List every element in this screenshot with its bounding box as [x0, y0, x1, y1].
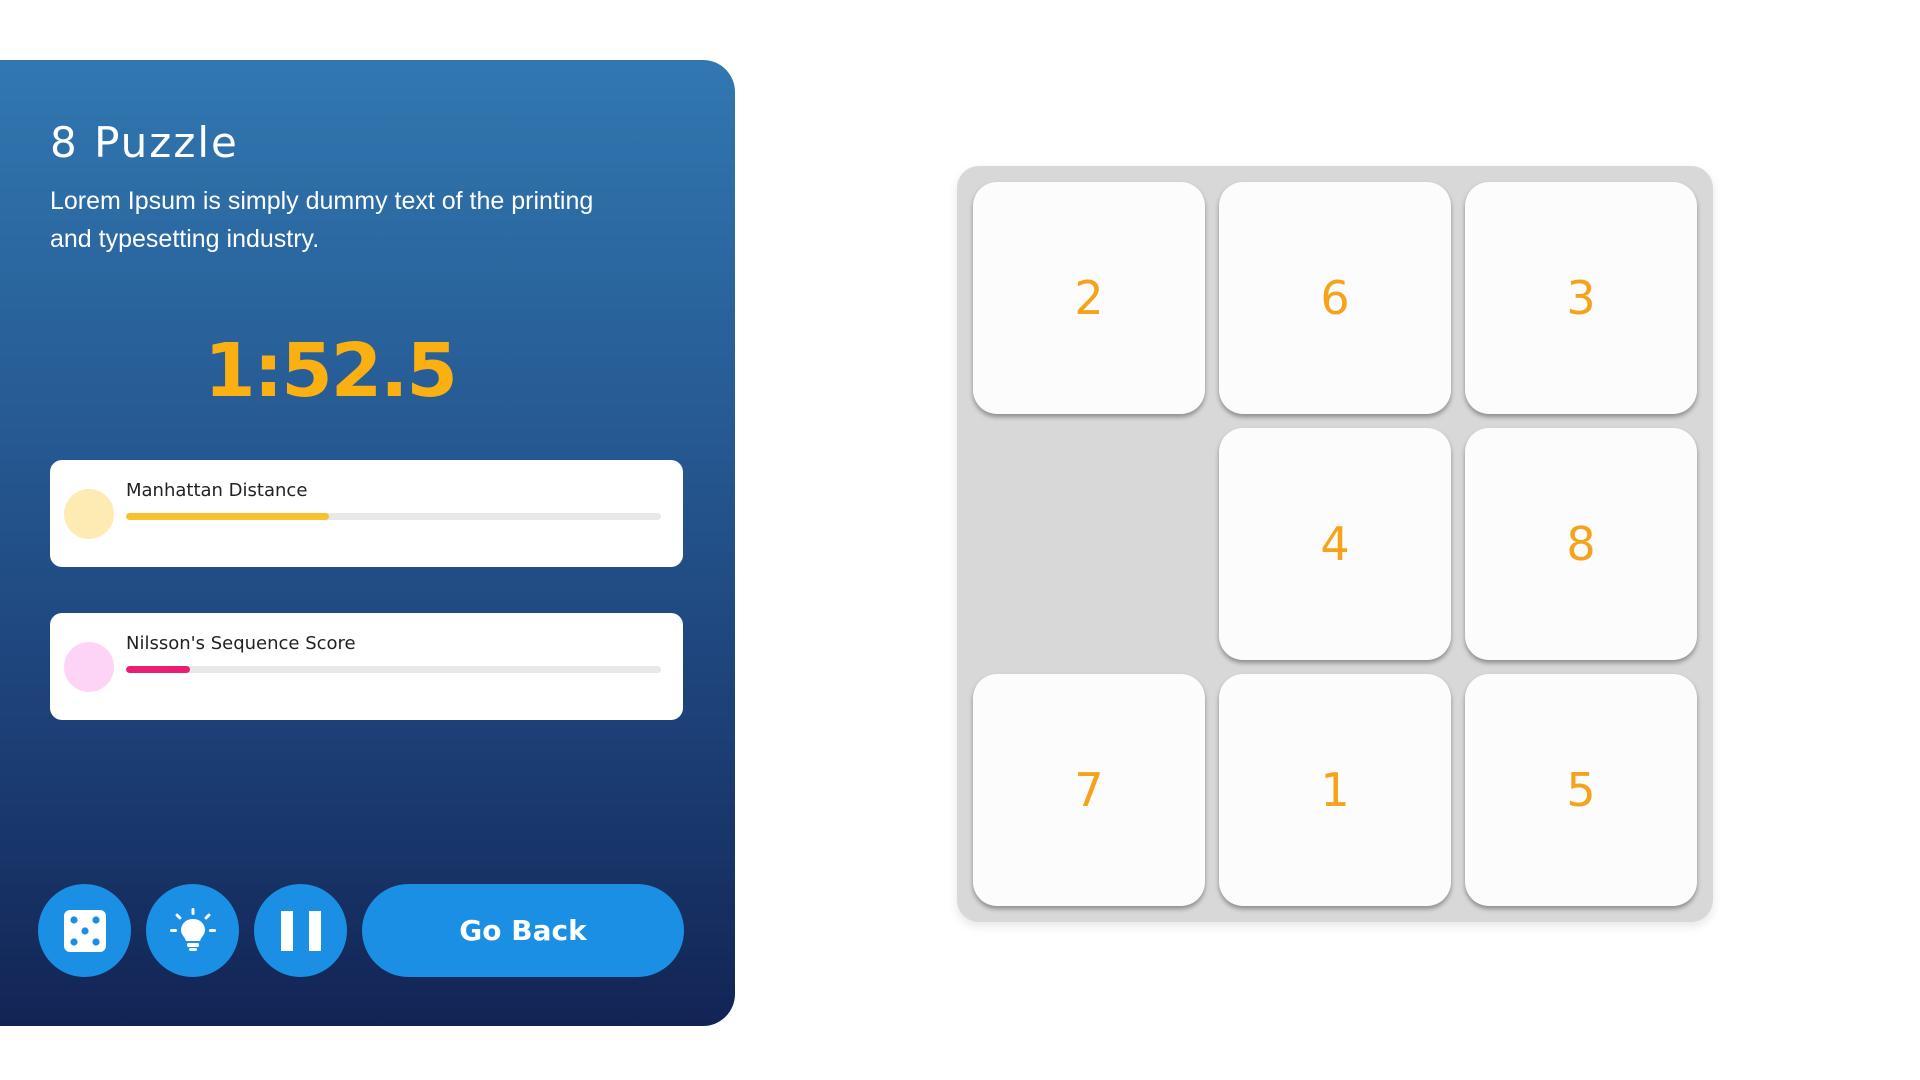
puzzle-tile[interactable]: 4: [1219, 428, 1451, 660]
nilsson-score-card: Nilsson's Sequence Score: [50, 613, 683, 720]
nilsson-dot: [64, 642, 114, 692]
manhattan-progress-track: [126, 513, 661, 520]
pause-icon: [280, 910, 321, 951]
controls-bar: Go Back: [38, 884, 698, 977]
manhattan-progress-fill: [126, 513, 330, 520]
pause-button[interactable]: [254, 884, 347, 977]
puzzle-tile[interactable]: 5: [1465, 674, 1697, 906]
puzzle-tile[interactable]: 2: [973, 182, 1205, 414]
game-screen: 8 Puzzle Lorem Ipsum is simply dummy tex…: [0, 0, 1920, 1080]
go-back-button[interactable]: Go Back: [362, 884, 684, 977]
hint-button[interactable]: [146, 884, 239, 977]
dice-icon: [63, 909, 106, 952]
game-description: Lorem Ipsum is simply dummy text of the …: [50, 187, 594, 253]
nilsson-progress-track: [126, 666, 661, 673]
info-panel: 8 Puzzle Lorem Ipsum is simply dummy tex…: [0, 60, 735, 1026]
nilsson-progress-fill: [126, 666, 191, 673]
game-title: 8 Puzzle: [50, 118, 239, 167]
nilsson-label: Nilsson's Sequence Score: [126, 633, 356, 654]
manhattan-label: Manhattan Distance: [126, 480, 308, 501]
manhattan-dot: [64, 489, 114, 539]
puzzle-tile[interactable]: 7: [973, 674, 1205, 906]
timer: 1:52.5: [204, 328, 458, 414]
lightbulb-icon: [169, 907, 216, 951]
shuffle-button[interactable]: [38, 884, 131, 977]
manhattan-distance-card: Manhattan Distance: [50, 460, 683, 567]
puzzle-tile[interactable]: 6: [1219, 182, 1451, 414]
puzzle-board: 2 6 3 4 8 7 1 5: [957, 166, 1713, 922]
empty-slot: [973, 428, 1205, 660]
puzzle-tile[interactable]: 3: [1465, 182, 1697, 414]
puzzle-tile[interactable]: 1: [1219, 674, 1451, 906]
puzzle-tile[interactable]: 8: [1465, 428, 1697, 660]
